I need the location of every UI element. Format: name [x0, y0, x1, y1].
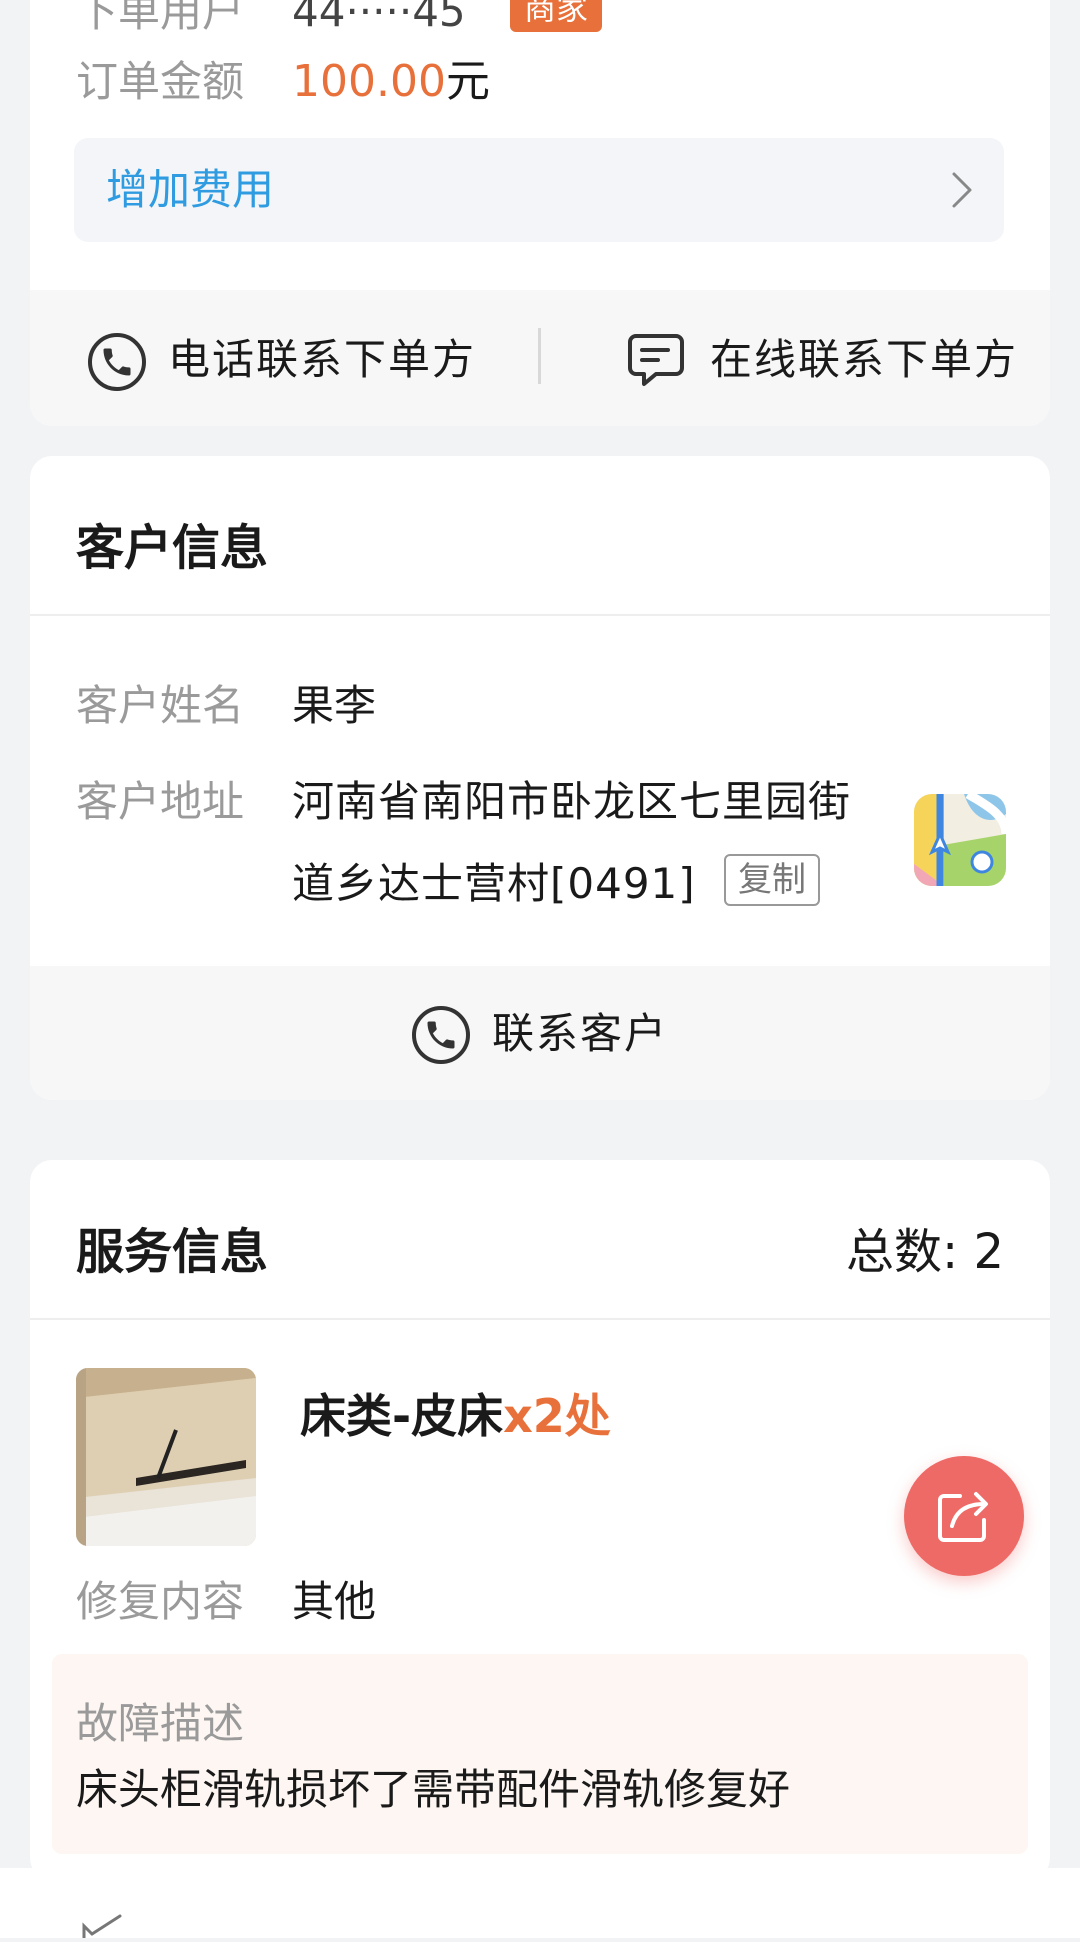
service-total-count: 总数: 2 [846, 1224, 1004, 1280]
order-amount-value: 100.00 [292, 56, 446, 107]
contact-bar-divider [538, 328, 541, 384]
customer-divider [30, 614, 1050, 616]
service-section-title: 服务信息 [76, 1224, 269, 1280]
map-navigation-icon[interactable] [914, 794, 1006, 886]
call-orderer-button[interactable]: 电话联系下单方 [30, 290, 540, 426]
service-item-name: 床类-皮床 [300, 1389, 504, 1443]
customer-name-label: 客户姓名 [76, 681, 245, 730]
customer-card: 客户信息 客户姓名 果李 客户地址 河南省南阳市卧龙区七里园街 道乡达士营村[0… [30, 456, 1050, 1100]
contact-customer-label: 联系客户 [492, 1009, 669, 1058]
service-divider [30, 1318, 1050, 1320]
order-amount-unit: 元 [445, 56, 490, 107]
online-contact-label: 在线联系下单方 [710, 335, 1019, 384]
chevron-right-icon [950, 170, 974, 214]
fault-description-box: 故障描述 床头柜滑轨损坏了需带配件滑轨修复好 [52, 1654, 1028, 1854]
share-fab[interactable] [904, 1456, 1024, 1576]
customer-address-label: 客户地址 [76, 777, 245, 826]
repair-content-value: 其他 [292, 1577, 377, 1626]
chat-icon [626, 330, 686, 394]
online-contact-button[interactable]: 在线联系下单方 [542, 290, 1050, 426]
call-orderer-label: 电话联系下单方 [168, 335, 477, 384]
customer-address-line1: 河南省南阳市卧龙区七里园街 [292, 777, 852, 826]
add-fee-label: 增加费用 [106, 165, 275, 214]
order-contact-bar: 电话联系下单方 在线联系下单方 [30, 290, 1050, 426]
service-item-title: 床类-皮床x2处 [300, 1388, 611, 1444]
fault-description-value: 床头柜滑轨损坏了需带配件滑轨修复好 [76, 1765, 791, 1814]
order-user-label: 下单用户 [76, 0, 245, 36]
customer-contact-bar[interactable]: 联系客户 [30, 966, 1050, 1100]
merchant-badge: 商家 [510, 0, 603, 32]
service-item-photo[interactable] [76, 1368, 256, 1546]
order-amount-label: 订单金额 [76, 57, 245, 106]
phone-icon [412, 1006, 470, 1064]
customer-address-line2: 道乡达士营村[0491] [292, 859, 696, 908]
customer-section-title: 客户信息 [76, 520, 269, 576]
service-item-qty: x2处 [503, 1389, 611, 1443]
order-card: 下单用户 44·····45 商家 订单金额 100.00元 增加费用 电话联系… [30, 0, 1050, 426]
order-user-value: 44·····45 [292, 0, 466, 36]
customer-name-value: 果李 [292, 681, 377, 730]
phone-icon [88, 333, 146, 391]
order-amount: 100.00元 [292, 54, 490, 110]
service-card: 服务信息 总数: 2 床类-皮床x2处 修复内容 其他 故障描述 床头柜滑轨损坏… [30, 1160, 1050, 1880]
add-fee-button[interactable]: 增加费用 [74, 138, 1004, 242]
copy-address-button[interactable]: 复制 [724, 854, 820, 906]
bottom-action-bar [0, 1868, 1080, 1940]
fault-description-label: 故障描述 [76, 1699, 245, 1748]
share-icon [934, 1486, 994, 1550]
repair-content-label: 修复内容 [76, 1577, 245, 1626]
